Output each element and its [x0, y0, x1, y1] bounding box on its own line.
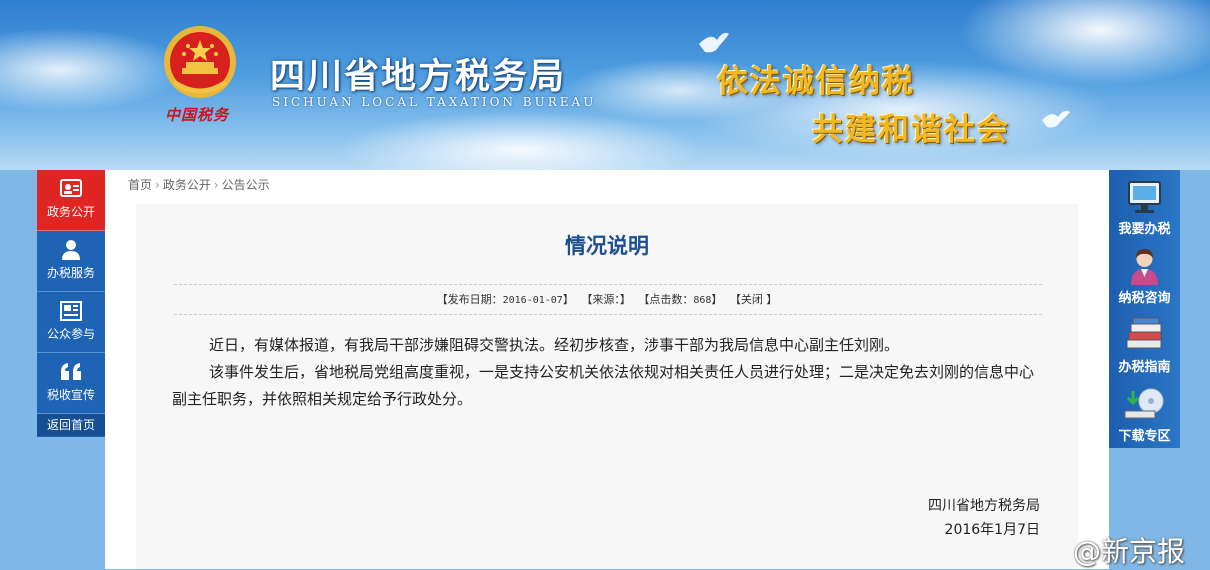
- article-signature: 四川省地方税务局 2016年1月7日: [928, 494, 1040, 542]
- publish-date: 【发布日期：2016-01-07】: [437, 293, 574, 306]
- article-meta: 【发布日期：2016-01-07】 【来源：】 【点击数：868】 【关闭 】: [136, 291, 1078, 307]
- signature-org: 四川省地方税务局: [928, 498, 1040, 514]
- bracket: 】: [562, 293, 574, 306]
- watermark: @新京报: [1073, 535, 1186, 568]
- left-nav-label: 公众参与: [46, 327, 95, 341]
- article-title: 情况说明: [565, 234, 649, 258]
- user-icon: [62, 240, 80, 260]
- emblem-caption: 中国税务: [165, 106, 230, 124]
- chevron-right-icon: ›: [155, 178, 160, 192]
- publish-date-value: 2016-01-07: [502, 295, 563, 306]
- breadcrumb-gov[interactable]: 政务公开: [163, 178, 211, 192]
- consultant-icon: [1131, 249, 1158, 285]
- left-nav-item-government-affairs[interactable]: 政务公开: [37, 170, 105, 231]
- monitor-icon: [1128, 181, 1161, 213]
- slogan-line-1: 依法诚信纳税: [717, 64, 915, 100]
- article-paragraph: 该事件发生后，省地税局党组高度重视，一是支持公安机关依法依规对相关责任人员进行处…: [172, 363, 1035, 408]
- right-nav-item-downloads[interactable]: 下载专区: [1109, 377, 1180, 446]
- id-card-icon: [60, 179, 82, 197]
- close-link[interactable]: 【关闭 】: [730, 293, 778, 306]
- click-count: 【点击数：868】: [638, 293, 722, 306]
- chevron-right-icon: ›: [213, 178, 219, 192]
- bracket: 】: [619, 293, 631, 306]
- back-home-link[interactable]: 返回首页: [37, 414, 105, 436]
- source: 【来源：】: [581, 293, 631, 306]
- header-banner: 中国税务 四川省地方税务局 SICHUAN LOCAL TAXATION BUR…: [0, 0, 1210, 170]
- divider: [174, 284, 1042, 285]
- signature-date: 2016年1月7日: [944, 522, 1040, 538]
- right-nav-label: 下载专区: [1118, 429, 1171, 444]
- right-nav-label: 纳税咨询: [1118, 291, 1171, 306]
- article-body: 近日，有媒体报道，有我局干部涉嫌阻碍交警执法。经初步核查，涉事干部为我局信息中心…: [172, 332, 1044, 413]
- right-nav-label: 办税指南: [1118, 360, 1171, 375]
- article-panel: 情况说明 【发布日期：2016-01-07】 【来源：】 【点击数：868】 【…: [136, 204, 1078, 569]
- divider: [174, 314, 1042, 315]
- main-content: 首页 › 政务公开 › 公告公示 情况说明 【发布日期：2016-01-07】 【来源：…: [105, 170, 1109, 569]
- right-nav-item-tax-consult[interactable]: 纳税咨询: [1109, 239, 1180, 308]
- download-icon: [1124, 388, 1164, 419]
- right-nav-label: 我要办税: [1118, 222, 1171, 237]
- bracket: 】: [711, 293, 723, 306]
- breadcrumb-notice[interactable]: 公告公示: [222, 178, 270, 192]
- source-label: 【来源：: [581, 293, 620, 306]
- slogan-line-2: 共建和谐社会: [812, 112, 1010, 148]
- site-subtitle: SICHUAN LOCAL TAXATION BUREAU: [272, 95, 597, 109]
- left-nav-label: 税收宣传: [46, 388, 95, 402]
- dove-icon: [1042, 110, 1070, 128]
- national-emblem-icon: [164, 26, 236, 98]
- left-nav-item-public-participation[interactable]: 公众参与: [37, 292, 105, 353]
- right-nav: 我要办税 纳税咨询 办税指南 下载专区: [1109, 170, 1180, 448]
- right-nav-item-tax-guide[interactable]: 办税指南: [1109, 308, 1180, 377]
- click-count-value: 868: [693, 295, 712, 306]
- breadcrumb: 首页 › 政务公开 › 公告公示: [128, 176, 270, 193]
- left-nav-item-tax-publicity[interactable]: 税收宣传: [37, 353, 105, 414]
- left-nav-label: 政务公开: [46, 205, 95, 219]
- dove-icon: [699, 32, 729, 53]
- newspaper-icon: [60, 301, 82, 321]
- left-nav: 政务公开 办税服务 公众参与 税收宣传 返回首页: [37, 170, 105, 437]
- click-count-label: 【点击数：: [638, 293, 694, 306]
- publish-date-label: 【发布日期：: [436, 293, 503, 306]
- breadcrumb-home[interactable]: 首页: [128, 178, 152, 192]
- quote-icon: [61, 363, 81, 380]
- site-title: 四川省地方税务局: [270, 57, 567, 97]
- right-nav-item-file-tax[interactable]: 我要办税: [1109, 170, 1180, 239]
- books-icon: [1126, 317, 1162, 349]
- left-nav-item-tax-service[interactable]: 办税服务: [37, 231, 105, 292]
- article-paragraph: 近日，有媒体报道，有我局干部涉嫌阻碍交警执法。经初步核查，涉事干部为我局信息中心…: [209, 336, 900, 354]
- left-nav-label: 办税服务: [46, 266, 95, 280]
